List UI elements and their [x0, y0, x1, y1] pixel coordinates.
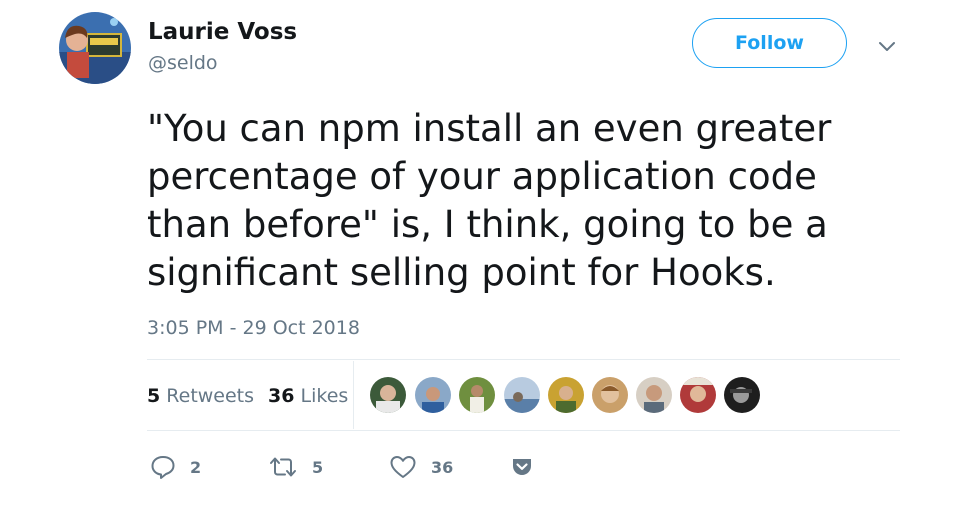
likes-label: Likes	[300, 385, 349, 407]
retweet-icon	[268, 454, 298, 480]
like-button[interactable]: 36	[389, 452, 453, 482]
chevron-down-icon[interactable]	[876, 35, 898, 57]
reply-icon	[150, 454, 176, 480]
tweet-stats: 5 Retweets 36 Likes	[147, 384, 348, 408]
follow-button[interactable]: Follow	[692, 18, 847, 68]
author-display-name[interactable]: Laurie Voss	[148, 17, 297, 47]
liker-avatar[interactable]	[459, 377, 495, 413]
divider	[147, 359, 900, 360]
stats-separator	[353, 361, 354, 429]
pocket-button[interactable]	[511, 452, 533, 482]
retweet-button[interactable]: 5	[268, 452, 323, 482]
pocket-icon	[511, 456, 533, 478]
tweet-timestamp[interactable]: 3:05 PM - 29 Oct 2018	[147, 316, 360, 340]
likes-stat[interactable]: 36 Likes	[268, 385, 348, 407]
liker-avatar[interactable]	[636, 377, 672, 413]
reply-button[interactable]: 2	[150, 452, 201, 482]
tweet-actions: 2 5 36	[0, 452, 957, 484]
retweets-label: Retweets	[166, 385, 255, 407]
liker-avatar[interactable]	[724, 377, 760, 413]
liker-avatar[interactable]	[592, 377, 628, 413]
liker-avatar[interactable]	[370, 377, 406, 413]
divider	[147, 430, 900, 431]
liker-avatar[interactable]	[548, 377, 584, 413]
heart-icon	[389, 454, 417, 480]
reply-count: 2	[190, 457, 202, 477]
author-avatar[interactable]	[59, 12, 131, 84]
retweets-count: 5	[147, 385, 161, 407]
liker-avatar[interactable]	[680, 377, 716, 413]
retweet-count: 5	[312, 457, 324, 477]
retweets-stat[interactable]: 5 Retweets	[147, 385, 254, 407]
liker-avatar[interactable]	[504, 377, 540, 413]
author-handle[interactable]: @seldo	[148, 52, 218, 74]
tweet-text: "You can npm install an even greater per…	[147, 107, 832, 294]
like-count: 36	[431, 457, 454, 477]
likes-count: 36	[268, 385, 295, 407]
liker-avatar[interactable]	[415, 377, 451, 413]
